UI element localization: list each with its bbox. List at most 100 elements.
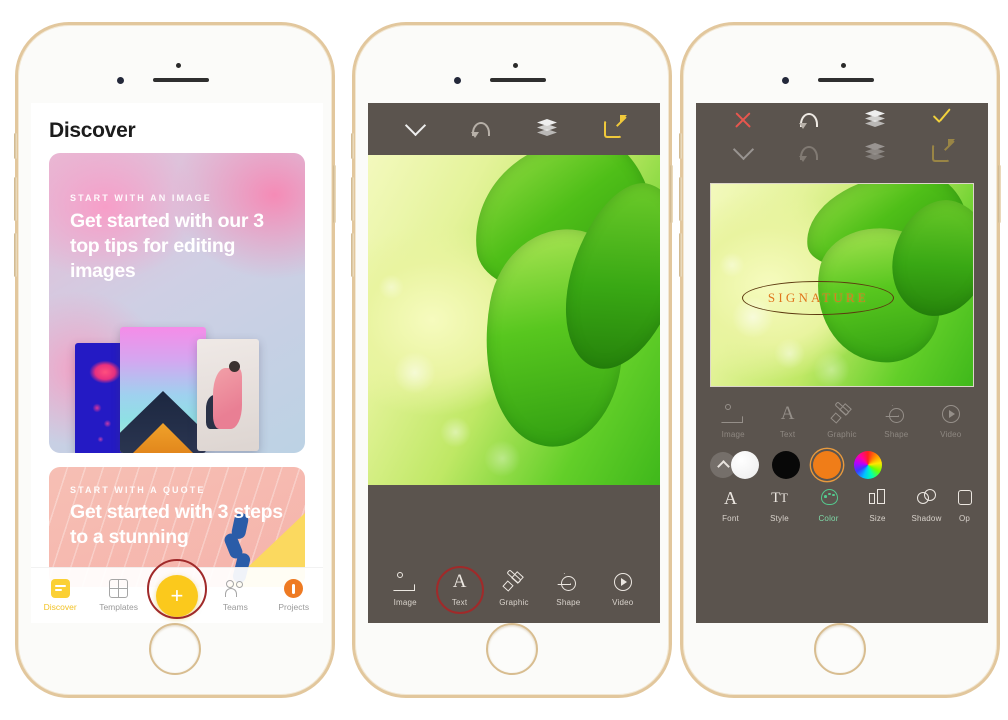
tool-shape[interactable]: Shape: [872, 403, 920, 439]
card-thumbnails: [73, 325, 305, 453]
video-icon: [939, 403, 963, 425]
home-button[interactable]: [486, 623, 538, 675]
tool-color[interactable]: Color: [805, 487, 853, 523]
grid-icon: [109, 579, 129, 598]
undo-button[interactable]: [468, 116, 494, 142]
chevron-up-icon: [716, 460, 730, 473]
tool-video[interactable]: Video: [599, 571, 647, 607]
style-icon: TT: [771, 490, 788, 506]
cancel-button[interactable]: [730, 107, 756, 133]
card-title: Get started with our 3 top tips for edit…: [70, 210, 264, 283]
home-button[interactable]: [149, 623, 201, 675]
front-camera-icon: [513, 63, 518, 68]
tool-opacity[interactable]: Op: [952, 487, 978, 523]
earpiece-speaker: [153, 78, 209, 82]
shape-icon: [556, 571, 580, 593]
tool-text[interactable]: A Text: [764, 403, 812, 439]
layers-button[interactable]: [862, 140, 888, 166]
layers-icon: [865, 110, 885, 130]
phone-sensors: [683, 63, 997, 89]
tool-image[interactable]: Image: [709, 403, 757, 439]
tool-shape[interactable]: Shape: [544, 571, 592, 607]
tab-discover[interactable]: Discover: [32, 579, 88, 612]
home-button[interactable]: [814, 623, 866, 675]
collapse-button[interactable]: [402, 114, 428, 142]
proximity-sensor-icon: [117, 77, 124, 84]
tool-label: Video: [612, 598, 634, 607]
volume-down-button[interactable]: [351, 233, 354, 277]
tool-label: Color: [818, 514, 839, 523]
tool-shadow[interactable]: Shadow: [903, 487, 951, 523]
phone3-screen: SIGNATURE Image A Text Graphic Shape Vid…: [696, 103, 988, 623]
image-frame[interactable]: SIGNATURE: [710, 183, 974, 387]
export-button[interactable]: [928, 139, 955, 166]
discover-icon: [50, 579, 70, 598]
color-wheel[interactable]: [854, 451, 882, 479]
people-icon: [224, 579, 246, 598]
tab-projects[interactable]: Projects: [266, 579, 322, 612]
orange-swatch[interactable]: [813, 451, 841, 479]
undo-button[interactable]: [796, 107, 822, 133]
layers-icon: [537, 119, 557, 139]
confirm-button[interactable]: [928, 107, 954, 133]
front-camera-icon: [841, 63, 846, 68]
tool-label: Text: [779, 430, 796, 439]
tool-image[interactable]: Image: [381, 571, 429, 607]
chevron-down-icon: [732, 138, 754, 161]
expand-swatches-button[interactable]: [710, 452, 736, 478]
card-kicker: START WITH A QUOTE: [70, 485, 206, 495]
plus-icon: +: [170, 582, 184, 608]
volume-up-button[interactable]: [679, 177, 682, 221]
close-icon: [733, 110, 753, 130]
font-icon: A: [724, 488, 737, 508]
power-button[interactable]: [333, 165, 336, 223]
volume-up-button[interactable]: [351, 177, 354, 221]
tab-templates[interactable]: Templates: [91, 579, 147, 612]
tab-teams[interactable]: Teams: [207, 579, 263, 612]
create-button[interactable]: +: [155, 574, 198, 617]
tool-graphic[interactable]: Graphic: [490, 569, 538, 607]
tab-label: Teams: [222, 602, 248, 612]
front-camera-icon: [176, 63, 181, 68]
layers-button[interactable]: [534, 116, 560, 142]
export-button[interactable]: [600, 115, 627, 142]
volume-down-button[interactable]: [14, 233, 17, 277]
layers-button[interactable]: [862, 107, 888, 133]
undo-icon: [799, 146, 818, 162]
tool-label: Size: [869, 514, 886, 523]
undo-icon: [799, 113, 818, 129]
volume-up-button[interactable]: [14, 177, 17, 221]
tool-graphic[interactable]: Graphic: [818, 401, 866, 439]
tab-label: Projects: [278, 602, 310, 612]
tool-size[interactable]: Size: [854, 487, 902, 523]
editor-canvas[interactable]: SIGNATURE: [711, 184, 973, 386]
tool-label: Graphic: [499, 598, 529, 607]
undo-icon: [471, 122, 490, 138]
tool-label: Video: [940, 430, 962, 439]
editor-toolbar-secondary: [696, 131, 988, 175]
collapse-button[interactable]: [730, 138, 756, 166]
tool-video[interactable]: Video: [927, 403, 975, 439]
undo-button[interactable]: [796, 140, 822, 166]
tool-font[interactable]: A Font: [707, 487, 755, 523]
mute-switch[interactable]: [679, 133, 682, 159]
editor-canvas[interactable]: [368, 155, 660, 485]
element-tool-row: Image A Text Graphic Shape Video: [368, 563, 660, 614]
phone1-screen: Discover START WITH AN IMAGE Get started…: [31, 103, 323, 623]
shape-icon: [884, 403, 908, 425]
palette-icon: [817, 487, 841, 509]
text-layer-signature[interactable]: SIGNATURE: [742, 280, 895, 316]
building-thumbnail: [120, 327, 206, 453]
text-tool-row: A Font TT Style Color Size Shadow Op: [696, 485, 988, 529]
tool-text[interactable]: A Text: [435, 566, 484, 614]
mute-switch[interactable]: [14, 133, 17, 159]
discover-card-image[interactable]: START WITH AN IMAGE Get started with our…: [49, 153, 305, 453]
black-swatch[interactable]: [772, 451, 800, 479]
power-button[interactable]: [998, 165, 1001, 223]
tool-style[interactable]: TT Style: [756, 487, 804, 523]
power-button[interactable]: [670, 165, 673, 223]
graphic-icon: [830, 401, 854, 425]
volume-down-button[interactable]: [679, 233, 682, 277]
highlight-ring: [435, 566, 484, 614]
mute-switch[interactable]: [351, 133, 354, 159]
